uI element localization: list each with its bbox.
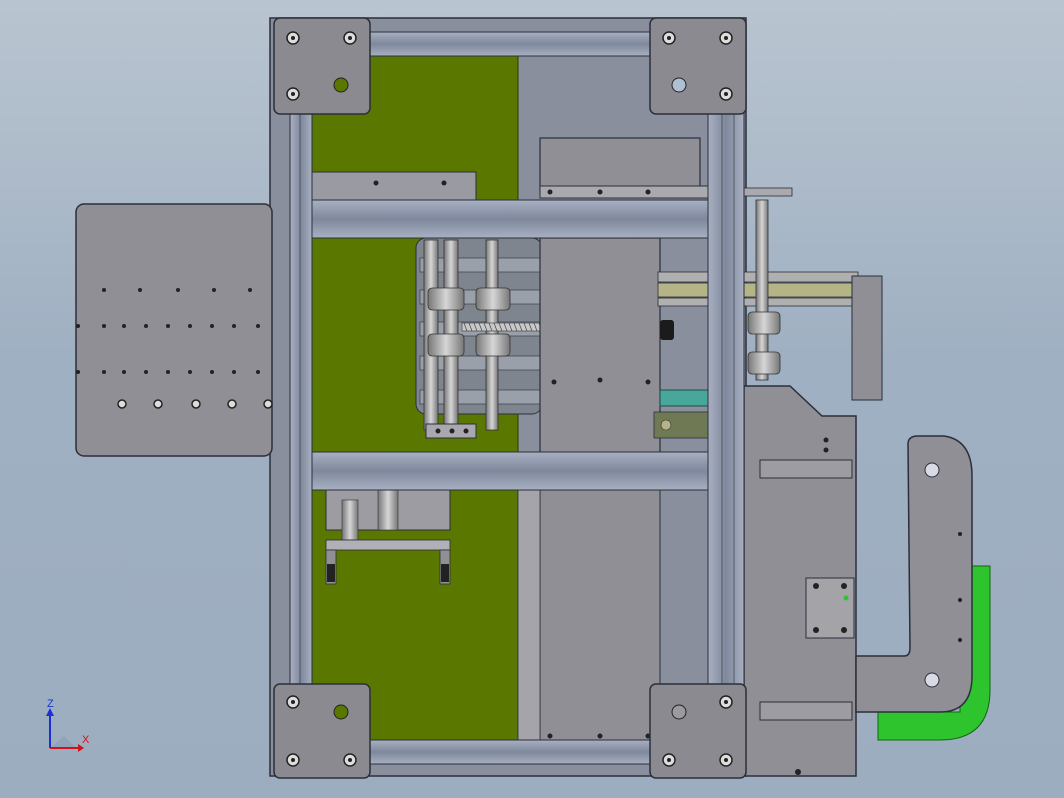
mounting-hole — [227, 399, 237, 409]
mounting-hole — [263, 399, 273, 409]
mounting-hole — [210, 324, 214, 328]
mounting-hole — [188, 324, 192, 328]
mounting-hole — [232, 324, 236, 328]
side-mounting-plate — [75, 203, 273, 457]
axis-x-label: X — [82, 734, 90, 746]
mounting-hole — [138, 288, 142, 292]
mounting-hole — [191, 399, 201, 409]
mounting-hole — [122, 324, 126, 328]
mounting-hole — [122, 370, 126, 374]
mounting-hole — [166, 370, 170, 374]
mounting-hole — [212, 288, 216, 292]
mounting-hole — [102, 324, 106, 328]
mounting-hole — [188, 370, 192, 374]
mounting-hole — [76, 324, 80, 328]
mounting-hole — [144, 370, 148, 374]
swing-arm — [855, 435, 973, 713]
cad-3d-viewport[interactable]: X Z — [0, 0, 1064, 798]
mounting-hole — [76, 370, 80, 374]
mounting-hole — [248, 288, 252, 292]
mounting-hole — [166, 324, 170, 328]
corner-plate-top-left — [273, 17, 371, 115]
mounting-hole — [232, 370, 236, 374]
corner-plate-bottom-left — [273, 683, 371, 779]
mounting-hole — [256, 324, 260, 328]
mounting-hole — [153, 399, 163, 409]
upper-bracket-plate — [311, 171, 477, 205]
orientation-triad: X Z — [42, 698, 102, 760]
mounting-hole — [117, 399, 127, 409]
corner-plate-top-right — [649, 17, 747, 115]
roller-feeder-mechanism — [415, 237, 543, 439]
motor-housing — [539, 137, 711, 199]
lower-cover-plate — [517, 489, 661, 741]
corner-plate-bottom-right — [649, 683, 747, 779]
mounting-hole — [102, 370, 106, 374]
mounting-hole — [210, 370, 214, 374]
axis-z-label: Z — [47, 698, 54, 710]
mounting-hole — [176, 288, 180, 292]
right-side-plate — [743, 385, 857, 777]
assembly-model[interactable] — [0, 0, 1064, 798]
mounting-hole — [144, 324, 148, 328]
mounting-hole — [256, 370, 260, 374]
mounting-hole — [102, 288, 106, 292]
